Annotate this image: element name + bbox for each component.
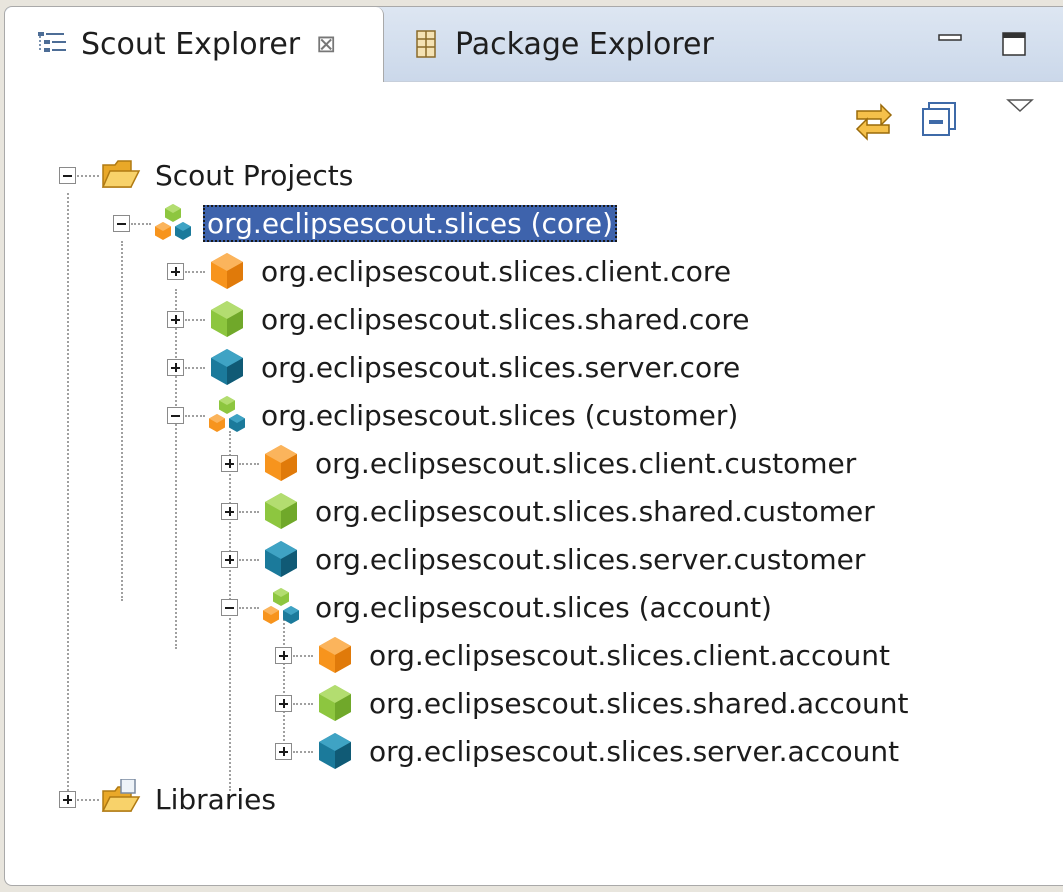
tree-item-libraries[interactable]: Libraries — [151, 777, 280, 821]
expand-toggle[interactable] — [275, 647, 292, 664]
tree-item-label: org.eclipsescout.slices.client.account — [369, 638, 890, 672]
tree-connector — [185, 415, 205, 417]
collapse-toggle[interactable] — [113, 215, 130, 232]
tree-connector — [77, 799, 99, 801]
shared-bundle-icon — [265, 493, 297, 529]
folder-open-icon — [102, 160, 140, 188]
tree-item-core[interactable]: org.eclipsescout.slices (core) — [203, 201, 618, 245]
expand-toggle[interactable] — [221, 455, 238, 472]
tab-scout-explorer-content[interactable]: Scout Explorer ⊠ — [35, 7, 336, 81]
minimize-icon[interactable] — [935, 27, 965, 57]
expand-toggle[interactable] — [221, 503, 238, 520]
tree-item-label: org.eclipsescout.slices.client.customer — [315, 446, 857, 480]
package-icon — [409, 27, 443, 61]
collapse-all-icon[interactable] — [921, 99, 961, 143]
client-bundle-icon — [265, 445, 297, 481]
tree-connector — [239, 511, 259, 513]
project-tree: Scout Projects org.eclipsescout.slices (… — [5, 147, 1063, 885]
tree-connector — [185, 319, 205, 321]
tree-item-label: org.eclipsescout.slices.server.core — [261, 350, 741, 384]
tree-guide-line — [121, 241, 123, 601]
expand-toggle[interactable] — [59, 791, 76, 808]
tree-item-scout-projects[interactable]: Scout Projects — [151, 153, 357, 197]
tree-connector — [185, 367, 205, 369]
shared-bundle-icon — [211, 301, 243, 337]
tree-item-shared-customer[interactable]: org.eclipsescout.slices.shared.customer — [311, 489, 879, 533]
collapse-toggle[interactable] — [167, 407, 184, 424]
tab-package-explorer[interactable]: Package Explorer — [409, 7, 714, 81]
close-icon[interactable]: ⊠ — [316, 30, 336, 58]
shared-bundle-icon — [319, 685, 351, 721]
tree-item-label: org.eclipsescout.slices.shared.core — [261, 302, 750, 336]
tree-item-shared-account[interactable]: org.eclipsescout.slices.shared.account — [365, 681, 912, 725]
tree-item-label: org.eclipsescout.slices.shared.account — [369, 686, 909, 720]
tree-item-account[interactable]: org.eclipsescout.slices (account) — [311, 585, 776, 629]
server-bundle-icon — [319, 733, 351, 769]
tree-connector — [131, 223, 151, 225]
tree-item-label: org.eclipsescout.slices.server.account — [369, 734, 900, 768]
server-bundle-icon — [265, 541, 297, 577]
collapse-toggle[interactable] — [59, 167, 76, 184]
tab-package-explorer-label: Package Explorer — [455, 26, 714, 62]
tree-item-label: org.eclipsescout.slices (core) — [203, 204, 618, 242]
tree-connector — [185, 271, 205, 273]
tree-item-label: org.eclipsescout.slices (account) — [315, 590, 772, 624]
tree-item-label: org.eclipsescout.slices.server.customer — [315, 542, 866, 576]
expand-toggle[interactable] — [275, 743, 292, 760]
server-bundle-icon — [211, 349, 243, 385]
expand-toggle[interactable] — [275, 695, 292, 712]
expand-toggle[interactable] — [221, 551, 238, 568]
tree-item-label: org.eclipsescout.slices.client.core — [261, 254, 732, 288]
tree-item-server-core[interactable]: org.eclipsescout.slices.server.core — [257, 345, 744, 389]
scout-project-icon — [209, 396, 245, 432]
tree-item-label: org.eclipsescout.slices (customer) — [261, 398, 739, 432]
tree-item-client-core[interactable]: org.eclipsescout.slices.client.core — [257, 249, 735, 293]
tree-connector — [239, 607, 259, 609]
expand-toggle[interactable] — [167, 359, 184, 376]
tree-item-label: org.eclipsescout.slices.shared.customer — [315, 494, 875, 528]
tree-item-label: Scout Projects — [155, 158, 354, 192]
client-bundle-icon — [211, 253, 243, 289]
collapse-toggle[interactable] — [221, 599, 238, 616]
tree-item-customer[interactable]: org.eclipsescout.slices (customer) — [257, 393, 742, 437]
link-with-editor-icon[interactable] — [851, 97, 895, 145]
folder-libraries-icon — [102, 779, 140, 812]
tree-connector — [293, 751, 313, 753]
tree-item-label: Libraries — [155, 782, 276, 816]
scout-project-icon — [155, 204, 191, 240]
view-menu-icon[interactable] — [1005, 97, 1035, 121]
scout-explorer-view: Scout Explorer ⊠ Package Explorer Scout … — [4, 6, 1063, 886]
tree-guide-line — [67, 193, 69, 799]
tree-connector — [293, 703, 313, 705]
tree-connector — [77, 175, 99, 177]
tree-connector — [239, 559, 259, 561]
tree-item-shared-core[interactable]: org.eclipsescout.slices.shared.core — [257, 297, 754, 341]
tree-connector — [293, 655, 313, 657]
tree-guide-line — [283, 619, 285, 749]
client-bundle-icon — [319, 637, 351, 673]
expand-toggle[interactable] — [167, 263, 184, 280]
maximize-icon[interactable] — [999, 29, 1029, 59]
tab-scout-explorer-label: Scout Explorer — [81, 26, 301, 62]
tree-connector — [239, 463, 259, 465]
scout-project-icon — [263, 588, 299, 624]
tree-item-server-customer[interactable]: org.eclipsescout.slices.server.customer — [311, 537, 869, 581]
tree-item-server-account[interactable]: org.eclipsescout.slices.server.account — [365, 729, 903, 773]
expand-toggle[interactable] — [167, 311, 184, 328]
tree-view-icon — [35, 27, 69, 61]
tree-item-client-customer[interactable]: org.eclipsescout.slices.client.customer — [311, 441, 860, 485]
tree-guide-line — [175, 289, 177, 649]
tree-item-client-account[interactable]: org.eclipsescout.slices.client.account — [365, 633, 894, 677]
